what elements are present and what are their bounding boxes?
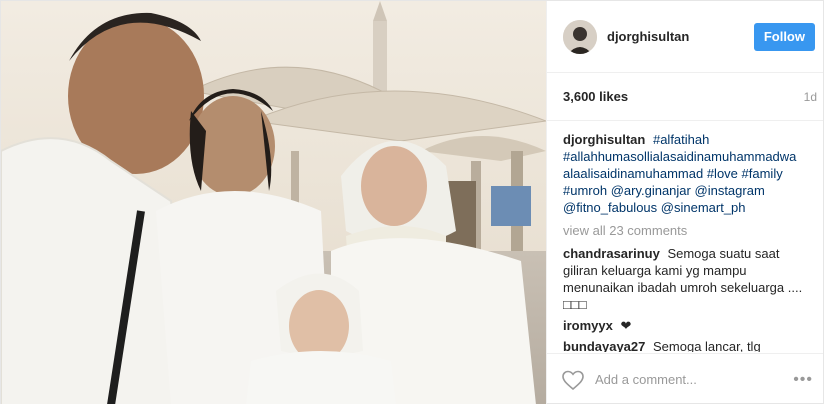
header-username[interactable]: djorghisultan [607, 29, 754, 44]
comment-footer: ••• [547, 353, 823, 404]
hashtag-link[interactable]: #love [707, 166, 738, 181]
comment-item: bundayaya27 Semoga lancar, tlg [563, 338, 809, 352]
post-header: djorghisultan Follow [547, 1, 823, 73]
mention-link[interactable]: @ary.ginanjar [611, 183, 691, 198]
likes-row: 3,600 likes 1d [547, 73, 823, 121]
comment-item: chandrasarinuy Semoga suatu saat giliran… [563, 245, 809, 313]
post-photo[interactable] [1, 1, 546, 404]
view-all-comments-link[interactable]: view all 23 comments [563, 222, 809, 239]
heart-icon[interactable] [561, 368, 585, 392]
hashtag-link[interactable]: #alfatihah [653, 132, 709, 147]
comment-text: Semoga lancar, tlg [653, 339, 761, 352]
comments-section: djorghisultan #alfatihah #allahhumasolli… [547, 121, 823, 352]
avatar[interactable] [563, 19, 597, 54]
comment-item: iromyyx ❤ [563, 317, 809, 334]
mention-link[interactable]: @instagram [695, 183, 765, 198]
add-comment-input[interactable] [595, 367, 790, 392]
family-photo-image [1, 1, 546, 404]
comment-username[interactable]: chandrasarinuy [563, 246, 660, 261]
mention-link[interactable]: @sinemart_ph [661, 200, 746, 215]
likes-count[interactable]: 3,600 likes [563, 89, 628, 104]
hashtag-link[interactable]: #umroh [563, 183, 607, 198]
avatar-image [563, 19, 597, 54]
follow-button[interactable]: Follow [753, 22, 815, 51]
hashtag-link[interactable]: #family [742, 166, 783, 181]
caption-username[interactable]: djorghisultan [563, 132, 645, 147]
post-sidebar: djorghisultan Follow 3,600 likes 1d djor… [546, 1, 823, 404]
mention-link[interactable]: @fitno_fabulous [563, 200, 657, 215]
instagram-post: djorghisultan Follow 3,600 likes 1d djor… [0, 0, 824, 404]
post-time[interactable]: 1d [804, 90, 817, 104]
comment-text: ❤ [620, 318, 632, 333]
comment-username[interactable]: iromyyx [563, 318, 613, 333]
comment-username[interactable]: bundayaya27 [563, 339, 645, 352]
caption: djorghisultan #alfatihah #allahhumasolli… [563, 131, 809, 216]
more-options-icon[interactable]: ••• [789, 371, 817, 389]
